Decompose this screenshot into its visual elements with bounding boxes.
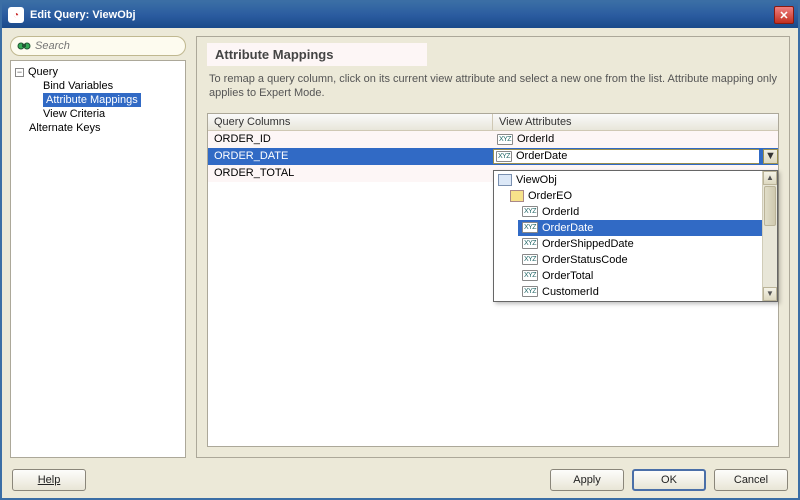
dropdown-item[interactable]: XYZ OrderStatusCode [518, 252, 762, 268]
help-button[interactable]: Help [12, 469, 86, 491]
combo-value: OrderDate [516, 150, 567, 162]
attribute-icon: XYZ [522, 238, 538, 249]
dropdown-item-label: OrderId [542, 206, 579, 218]
search-input[interactable] [35, 40, 179, 52]
dropdown-item-label: CustomerId [542, 286, 599, 298]
attribute-dropdown: ViewObj OrderEO XYZ OrderId X [493, 170, 778, 302]
close-button[interactable]: ✕ [774, 6, 794, 24]
dropdown-item-entity[interactable]: OrderEO [506, 188, 762, 204]
search-box[interactable] [10, 36, 186, 56]
mappings-table: Query Columns View Attributes ORDER_ID X… [207, 113, 779, 447]
ok-button[interactable]: OK [632, 469, 706, 491]
attribute-icon: XYZ [497, 134, 513, 145]
dropdown-item-label: OrderTotal [542, 270, 593, 282]
dropdown-scrollbar[interactable]: ▲ ▼ [762, 171, 777, 301]
attribute-icon: XYZ [522, 270, 538, 281]
binoculars-icon [17, 39, 31, 53]
table-row[interactable]: ORDER_ID XYZ OrderId [208, 131, 778, 148]
view-attribute-label: OrderId [517, 133, 554, 145]
cancel-button[interactable]: Cancel [714, 469, 788, 491]
dropdown-item-selected[interactable]: XYZ OrderDate [518, 220, 762, 236]
sidebar: −Query Bind Variables Attribute Mappings… [10, 36, 186, 458]
dropdown-item-label: OrderStatusCode [542, 254, 628, 266]
col-header-query-columns[interactable]: Query Columns [208, 114, 493, 130]
section-description: To remap a query column, click on its cu… [209, 72, 777, 101]
tree-node-alternate-keys[interactable]: Alternate Keys [27, 121, 183, 135]
close-icon: ✕ [779, 9, 788, 22]
query-column-cell: ORDER_TOTAL [208, 167, 493, 179]
apply-button[interactable]: Apply [550, 469, 624, 491]
attribute-icon: XYZ [522, 254, 538, 265]
nav-tree: −Query Bind Variables Attribute Mappings… [10, 60, 186, 458]
section-title: Attribute Mappings [207, 43, 427, 66]
tree-node-view-criteria[interactable]: View Criteria [41, 107, 183, 121]
attribute-icon: XYZ [496, 151, 512, 162]
tree-node-bind-variables[interactable]: Bind Variables [41, 79, 183, 93]
table-header: Query Columns View Attributes [208, 114, 778, 131]
dropdown-item[interactable]: XYZ OrderId [518, 204, 762, 220]
scroll-thumb[interactable] [764, 186, 776, 226]
combo-display: XYZ OrderDate [493, 149, 759, 164]
title-bar: ◔ Edit Query: ViewObj ✕ [2, 2, 798, 28]
dropdown-list: ViewObj OrderEO XYZ OrderId X [494, 171, 762, 301]
attribute-icon: XYZ [522, 206, 538, 217]
window-title: Edit Query: ViewObj [30, 9, 136, 21]
dropdown-item[interactable]: XYZ OrderShippedDate [518, 236, 762, 252]
dialog-body: −Query Bind Variables Attribute Mappings… [2, 28, 798, 462]
dropdown-item-label: OrderShippedDate [542, 238, 634, 250]
main-panel: Attribute Mappings To remap a query colu… [196, 36, 790, 458]
scroll-down-button[interactable]: ▼ [763, 287, 777, 301]
query-column-cell: ORDER_DATE [208, 150, 493, 162]
view-attribute-combo[interactable]: XYZ OrderDate ▼ [493, 149, 778, 164]
tree-node-query[interactable]: −Query [13, 65, 183, 79]
dropdown-item[interactable]: XYZ CustomerId [518, 284, 762, 300]
dropdown-item-viewobj[interactable]: ViewObj [494, 172, 762, 188]
attribute-icon: XYZ [522, 222, 538, 233]
viewobject-icon [498, 174, 512, 186]
scroll-up-button[interactable]: ▲ [763, 171, 777, 185]
attribute-icon: XYZ [522, 286, 538, 297]
dropdown-item[interactable]: XYZ OrderTotal [518, 268, 762, 284]
tree-node-attribute-mappings[interactable]: Attribute Mappings [41, 93, 183, 107]
dropdown-item-label: OrderDate [542, 222, 593, 234]
app-icon: ◔ [8, 7, 24, 23]
entity-icon [510, 190, 524, 202]
view-attribute-cell: XYZ OrderId [493, 133, 778, 145]
query-column-cell: ORDER_ID [208, 133, 493, 145]
combo-dropdown-button[interactable]: ▼ [763, 149, 778, 164]
collapse-icon[interactable]: − [15, 68, 24, 77]
chevron-down-icon: ▼ [765, 150, 776, 162]
table-row-selected[interactable]: ORDER_DATE XYZ OrderDate ▼ [208, 148, 778, 165]
dialog-footer: Help Apply OK Cancel [2, 462, 798, 498]
dialog-window: ◔ Edit Query: ViewObj ✕ −Query Bind Vari… [0, 0, 800, 500]
col-header-view-attributes[interactable]: View Attributes [493, 114, 778, 130]
